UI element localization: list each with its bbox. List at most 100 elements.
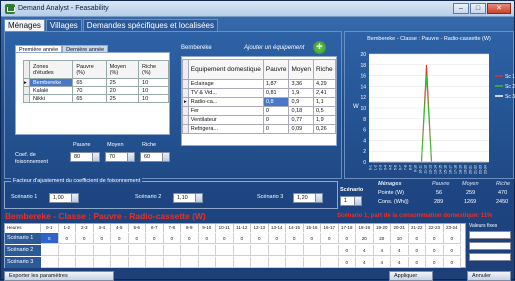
table-row[interactable]: Ventilateur 0 0,77 1,9	[182, 115, 336, 125]
close-button[interactable]: ✕	[487, 3, 511, 14]
grid-cell[interactable]	[58, 257, 76, 268]
grid-cell[interactable]: 0	[443, 233, 461, 244]
grid-cell[interactable]	[303, 245, 321, 256]
grid-cell[interactable]: 0	[198, 233, 216, 244]
grid-cell[interactable]	[321, 245, 339, 256]
grid-cell[interactable]	[93, 245, 111, 256]
grid-cell[interactable]	[268, 245, 286, 256]
table-row[interactable]: Refrigera... 0 0,09 0,26	[182, 124, 336, 134]
grid-cell[interactable]: 0	[163, 233, 181, 244]
grid-cell[interactable]	[286, 245, 304, 256]
table-row[interactable]: ▸ Radio-ca... 0,8 0,9 1,1	[182, 97, 336, 107]
table-row[interactable]: Kalalé 70 20 10	[23, 86, 169, 95]
grid-cell[interactable]: 0	[128, 233, 146, 244]
coef-riche-stepper[interactable]: 60	[140, 152, 170, 162]
grid-cell[interactable]	[286, 257, 304, 268]
coef-pauvre-stepper[interactable]: 80	[70, 152, 100, 162]
grid-cell[interactable]	[198, 245, 216, 256]
grid-cell[interactable]	[111, 257, 129, 268]
grid-cell[interactable]: 0	[303, 233, 321, 244]
facteur-scenario3-stepper[interactable]: 1,20	[293, 193, 323, 203]
grid-cell[interactable]	[181, 257, 199, 268]
grid-cell[interactable]	[216, 257, 234, 268]
grid-cell[interactable]	[76, 245, 94, 256]
x-tick-label: 19-20	[464, 165, 468, 174]
grid-cell[interactable]: 20	[373, 233, 391, 244]
grid-cell[interactable]	[251, 257, 269, 268]
grid-cell[interactable]: 0	[408, 257, 426, 268]
table-row[interactable]: Nikki 65 25 10	[23, 94, 169, 103]
tab-villages[interactable]: Villages	[45, 19, 82, 31]
grid-cell[interactable]	[251, 245, 269, 256]
grid-cell[interactable]: 0	[408, 233, 426, 244]
grid-cell[interactable]: 0	[233, 233, 251, 244]
grid-cell[interactable]: 0	[408, 245, 426, 256]
grid-cell[interactable]: 0	[251, 233, 269, 244]
grid-cell[interactable]	[146, 245, 164, 256]
tab-demandes[interactable]: Demandes spécifiques et localisées	[82, 19, 218, 31]
grid-cell[interactable]: 4	[356, 245, 374, 256]
grid-cell[interactable]: 0	[443, 245, 461, 256]
table-row[interactable]: TV & Vid... 0,81 1,9 2,41	[182, 88, 336, 98]
grid-cell[interactable]	[111, 245, 129, 256]
grid-cell[interactable]: 0	[426, 245, 444, 256]
grid-cell[interactable]: 0	[181, 233, 199, 244]
x-tick-label: 8-9	[409, 165, 413, 170]
grid-cell[interactable]: 0	[286, 233, 304, 244]
grid-cell[interactable]: 0	[93, 233, 111, 244]
grid-cell[interactable]: 0	[146, 233, 164, 244]
grid-cell[interactable]: 4	[373, 257, 391, 268]
tab-menages[interactable]: Ménages	[4, 19, 45, 31]
grid-cell[interactable]: 0	[338, 257, 356, 268]
grid-cell[interactable]	[76, 257, 94, 268]
valeur-fixe-input-3[interactable]	[469, 253, 511, 261]
grid-cell[interactable]	[181, 245, 199, 256]
grid-cell[interactable]	[233, 257, 251, 268]
grid-cell[interactable]	[93, 257, 111, 268]
table-row[interactable]: Eclairage 1,87 3,36 4,29	[182, 79, 336, 89]
grid-cell[interactable]	[128, 257, 146, 268]
table-row[interactable]: Fer 0 0,18 0,5	[182, 106, 336, 116]
valeur-fixe-input-1[interactable]	[469, 231, 511, 239]
grid-cell[interactable]: 4	[356, 257, 374, 268]
coef-moyen-stepper[interactable]: 70	[105, 152, 135, 162]
grid-cell[interactable]	[41, 257, 59, 268]
grid-cell[interactable]	[128, 245, 146, 256]
grid-cell[interactable]	[41, 245, 59, 256]
grid-cell[interactable]	[58, 245, 76, 256]
grid-cell[interactable]: 0	[216, 233, 234, 244]
grid-cell[interactable]: 0	[41, 233, 59, 244]
grid-cell[interactable]: 0	[111, 233, 129, 244]
grid-cell[interactable]	[146, 257, 164, 268]
grid-cell[interactable]	[163, 257, 181, 268]
grid-cell[interactable]: 0	[338, 245, 356, 256]
table-row[interactable]: ▸ Bembereke 65 25 10	[23, 78, 169, 87]
grid-cell[interactable]: 0	[426, 257, 444, 268]
grid-cell[interactable]	[163, 245, 181, 256]
grid-cell[interactable]	[321, 257, 339, 268]
add-equipment-button[interactable]: +	[313, 41, 326, 54]
grid-cell[interactable]: 4	[373, 245, 391, 256]
maximize-button[interactable]: □	[470, 3, 486, 14]
grid-cell[interactable]: 0	[443, 257, 461, 268]
grid-cell[interactable]: 0	[268, 233, 286, 244]
grid-cell[interactable]: 0	[58, 233, 76, 244]
grid-cell[interactable]: 10	[391, 233, 409, 244]
valeur-fixe-input-2[interactable]	[469, 242, 511, 250]
facteur-scenario1-stepper[interactable]: 1,00	[49, 193, 79, 203]
grid-cell[interactable]	[216, 245, 234, 256]
grid-cell[interactable]: 0	[76, 233, 94, 244]
grid-cell[interactable]: 0	[338, 233, 356, 244]
facteur-scenario2-stepper[interactable]: 1,10	[173, 193, 203, 203]
grid-cell[interactable]: 4	[391, 257, 409, 268]
grid-cell[interactable]: 0	[321, 233, 339, 244]
grid-cell[interactable]	[268, 257, 286, 268]
grid-cell[interactable]	[198, 257, 216, 268]
minimize-button[interactable]: –	[453, 3, 469, 14]
grid-cell[interactable]: 0	[426, 233, 444, 244]
grid-cell[interactable]	[233, 245, 251, 256]
grid-cell[interactable]: 4	[391, 245, 409, 256]
grid-cell[interactable]: 20	[356, 233, 374, 244]
scenario-selector[interactable]: 1	[340, 196, 362, 206]
grid-cell[interactable]	[303, 257, 321, 268]
